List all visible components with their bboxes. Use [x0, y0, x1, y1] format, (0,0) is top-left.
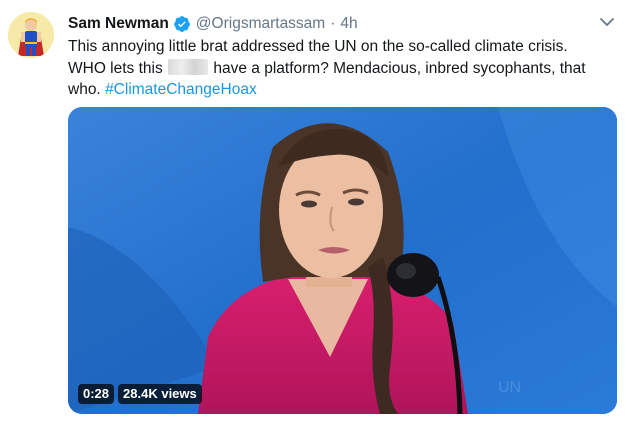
tweet-text-segment: who.	[68, 81, 101, 98]
separator-dot: ·	[330, 15, 336, 32]
svg-text:UN: UN	[498, 379, 521, 396]
tweet-text-line: WHO lets this have a platform? Mendaciou…	[68, 58, 608, 80]
display-name[interactable]: Sam Newman	[68, 15, 169, 33]
user-handle[interactable]: @Origsmartassam	[196, 15, 325, 33]
blurred-word	[168, 58, 209, 75]
video-thumbnail: UN	[68, 107, 617, 414]
view-count: 28.4K views	[118, 384, 202, 404]
timestamp[interactable]: 4h	[340, 15, 357, 33]
tweet[interactable]: Sam Newman @Origsmartassam · 4h This ann…	[0, 0, 627, 421]
superhero-avatar-icon	[8, 12, 54, 58]
video-player[interactable]: UN 0:28 28.4K views	[68, 107, 617, 414]
tweet-text: This annoying little brat addressed the …	[68, 36, 608, 101]
tweet-text-segment: WHO lets this	[68, 59, 163, 77]
video-duration: 0:28	[78, 384, 115, 404]
tweet-text-line: who. #ClimateChangeHoax	[68, 79, 608, 101]
chevron-down-icon[interactable]	[599, 15, 615, 29]
tweet-text-line: This annoying little brat addressed the …	[68, 38, 568, 55]
tweet-text-segment: have a platform? Mendacious, inbred syco…	[213, 59, 586, 77]
hashtag-link[interactable]: #ClimateChangeHoax	[105, 81, 257, 98]
verified-badge-icon	[173, 15, 191, 33]
avatar[interactable]	[8, 12, 54, 58]
video-badges: 0:28 28.4K views	[78, 384, 202, 404]
tweet-header: Sam Newman @Origsmartassam · 4h	[68, 13, 358, 35]
